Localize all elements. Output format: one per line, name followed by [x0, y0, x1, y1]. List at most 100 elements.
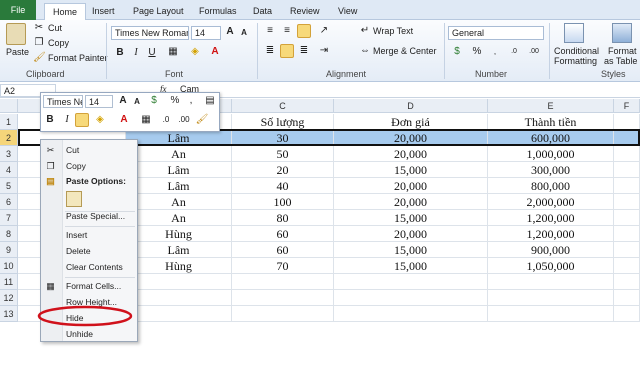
row-header[interactable]: 11 [0, 274, 18, 290]
cell-b[interactable]: An [126, 210, 232, 226]
cell-e[interactable]: 2,000,000 [488, 194, 614, 210]
cell-c[interactable]: 60 [232, 242, 334, 258]
row-header[interactable]: 5 [0, 178, 18, 194]
grow-font-icon[interactable]: A [224, 26, 236, 38]
bold-icon[interactable]: B [114, 47, 126, 59]
tab-view[interactable]: View [338, 3, 357, 20]
cut-button[interactable]: Cut [48, 23, 62, 33]
font-name-select[interactable]: Times New Roman [111, 26, 189, 40]
column-header-e[interactable]: E [488, 99, 614, 113]
column-header-d[interactable]: D [334, 99, 488, 113]
cell-c[interactable] [232, 290, 334, 306]
tab-file[interactable]: File [0, 0, 36, 20]
cell-d[interactable]: 20,000 [334, 194, 488, 210]
row-header[interactable]: 12 [0, 290, 18, 306]
cell-b[interactable]: Lâm [126, 242, 232, 258]
italic-icon[interactable]: I [130, 47, 142, 59]
cell-e[interactable]: 1,000,000 [488, 146, 614, 162]
font-size-select[interactable]: 14 [191, 26, 221, 40]
orientation-icon[interactable]: ↗ [317, 25, 331, 37]
mini-grow-font-icon[interactable]: A [117, 95, 129, 107]
cell-d[interactable]: 20,000 [334, 226, 488, 242]
row-header[interactable]: 2 [0, 130, 18, 146]
column-header-f[interactable]: F [614, 99, 640, 113]
select-all-corner[interactable] [0, 99, 18, 113]
cell-c[interactable]: Số lượng [232, 114, 334, 130]
cell-b[interactable]: An [126, 194, 232, 210]
comma-icon[interactable]: , [488, 46, 502, 58]
menu-item-paste-special[interactable]: Paste Special... [41, 209, 137, 224]
cell-f[interactable] [614, 242, 640, 258]
cell-e[interactable] [488, 306, 614, 322]
cell-b[interactable]: Lâm [126, 130, 232, 146]
borders-icon[interactable]: ▦ [166, 46, 180, 58]
cell-f[interactable] [614, 226, 640, 242]
align-left-icon[interactable]: ≣ [263, 45, 277, 57]
paste-icon[interactable] [6, 23, 26, 45]
mini-italic-icon[interactable]: I [61, 114, 73, 126]
row-header[interactable]: 1 [0, 114, 18, 130]
row-header[interactable]: 8 [0, 226, 18, 242]
conditional-formatting-label-1[interactable]: Conditional [554, 46, 599, 56]
cell-e[interactable] [488, 290, 614, 306]
cell-d[interactable]: 20,000 [334, 146, 488, 162]
cell-e[interactable] [488, 274, 614, 290]
paste-option-clipboard-icon[interactable] [66, 191, 82, 207]
cell-b[interactable]: An [126, 146, 232, 162]
mini-comma-icon[interactable]: , [185, 95, 197, 107]
format-as-table-label-2[interactable]: as Table [604, 56, 637, 66]
column-header-c[interactable]: C [232, 99, 334, 113]
cell-b[interactable]: Hùng [126, 226, 232, 242]
cell-b[interactable]: Lâm [126, 178, 232, 194]
menu-item-delete[interactable]: Delete [41, 244, 137, 259]
underline-icon[interactable]: U [146, 47, 158, 59]
cell-f[interactable] [614, 146, 640, 162]
cell-f[interactable] [614, 290, 640, 306]
align-right-icon[interactable]: ≣ [297, 45, 311, 57]
menu-item-insert[interactable]: Insert [41, 228, 137, 243]
cell-c[interactable]: 50 [232, 146, 334, 162]
copy-button[interactable]: Copy [48, 38, 69, 48]
mini-increase-decimal-icon[interactable]: .0 [159, 114, 173, 126]
merge-center-button[interactable]: Merge & Center [373, 46, 437, 56]
menu-item-format-cells[interactable]: ▦ Format Cells... [41, 279, 137, 294]
percent-icon[interactable]: % [470, 46, 484, 58]
cell-e[interactable]: 1,050,000 [488, 258, 614, 274]
cell-c[interactable]: 30 [232, 130, 334, 146]
cell-b[interactable] [126, 306, 232, 322]
row-header[interactable]: 6 [0, 194, 18, 210]
cell-d[interactable]: 20,000 [334, 178, 488, 194]
cell-e[interactable]: 900,000 [488, 242, 614, 258]
cell-d[interactable] [334, 290, 488, 306]
cell-c[interactable]: 20 [232, 162, 334, 178]
align-center-icon[interactable] [280, 44, 294, 58]
menu-item-copy[interactable]: ❐ Copy [41, 159, 137, 174]
mini-font-name-select[interactable]: Times Ne [43, 95, 83, 108]
row-header[interactable]: 4 [0, 162, 18, 178]
cell-e[interactable]: Thành tiền [488, 114, 614, 130]
cell-c[interactable] [232, 274, 334, 290]
tab-home[interactable]: Home [44, 3, 87, 20]
cell-f[interactable] [614, 274, 640, 290]
currency-icon[interactable]: $ [450, 46, 464, 58]
cell-c[interactable]: 100 [232, 194, 334, 210]
mini-font-size-select[interactable]: 14 [85, 95, 113, 108]
row-header[interactable]: 7 [0, 210, 18, 226]
cell-d[interactable]: Đơn giá [334, 114, 488, 130]
mini-format-painter-icon[interactable]: 🖌 [195, 114, 209, 126]
cell-f[interactable] [614, 210, 640, 226]
cell-f[interactable] [614, 130, 640, 146]
tab-insert[interactable]: Insert [92, 3, 115, 20]
cell-f[interactable] [614, 258, 640, 274]
menu-item-clear-contents[interactable]: Clear Contents [41, 260, 137, 275]
font-color-icon[interactable]: A [208, 46, 222, 58]
number-format-select[interactable]: General [448, 26, 544, 40]
mini-format-table-icon[interactable]: ▤ [203, 95, 217, 107]
mini-shrink-font-icon[interactable]: A [131, 96, 143, 108]
cell-f[interactable] [614, 162, 640, 178]
cell-c[interactable]: 80 [232, 210, 334, 226]
cell-f[interactable] [614, 306, 640, 322]
mini-font-color-icon[interactable]: A [117, 114, 131, 126]
cell-b[interactable]: Lâm [126, 162, 232, 178]
format-painter-button[interactable]: Format Painter [48, 53, 108, 63]
